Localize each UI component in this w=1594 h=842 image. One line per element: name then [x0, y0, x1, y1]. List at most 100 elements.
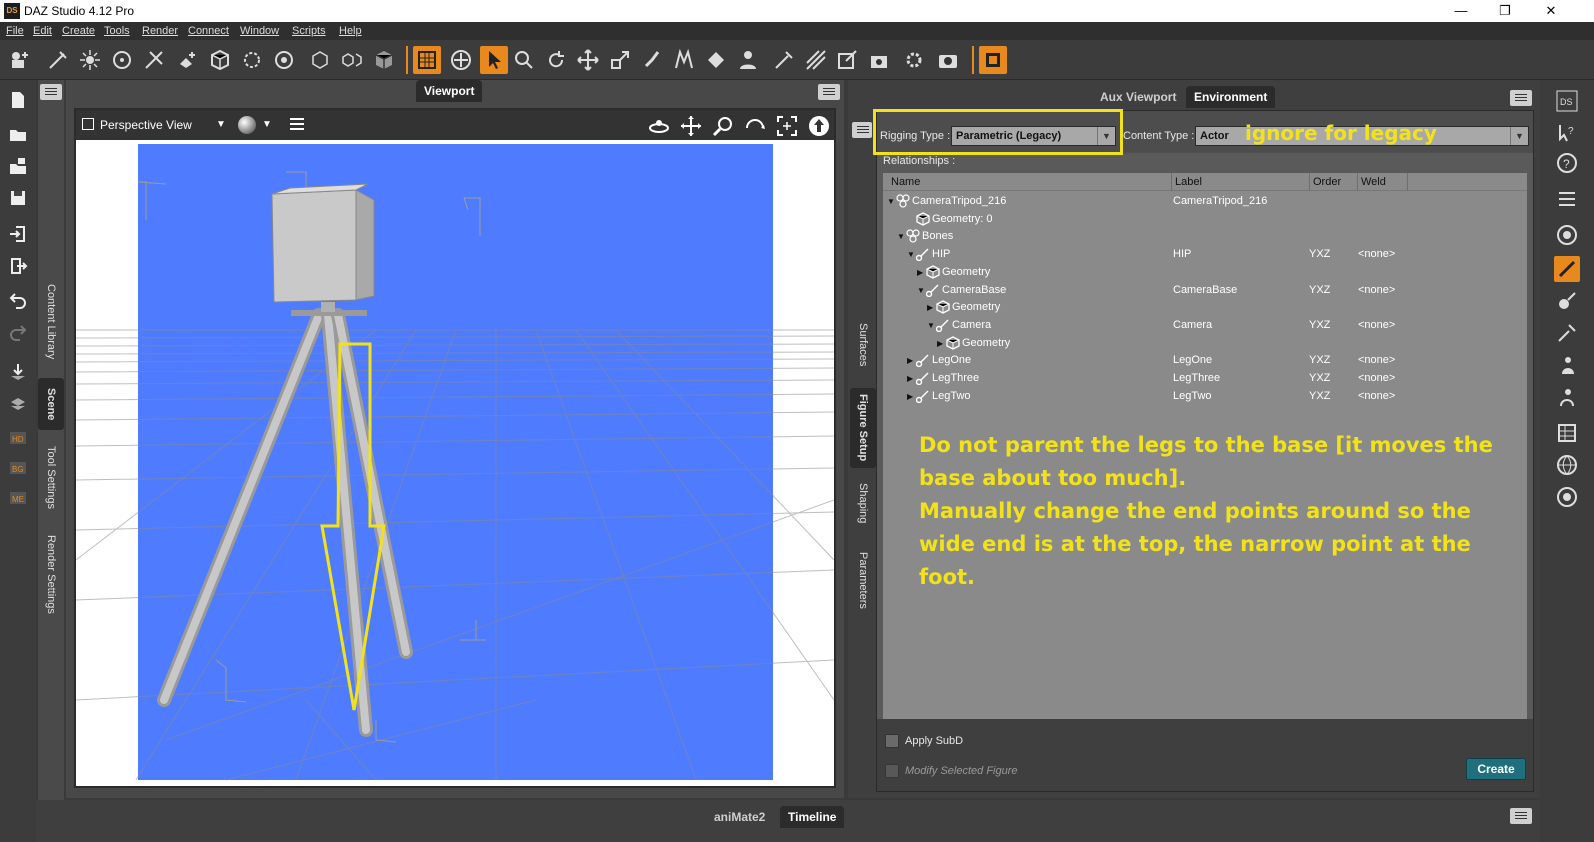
- expand-right-icon[interactable]: ▶: [907, 392, 913, 401]
- column-weld[interactable]: Weld: [1361, 176, 1386, 188]
- distant-light-icon[interactable]: [108, 46, 136, 74]
- tab-scene[interactable]: Scene: [38, 378, 64, 430]
- expand-right-icon[interactable]: ▶: [907, 374, 913, 383]
- expand-down-icon[interactable]: ▼: [917, 286, 925, 295]
- pane-menu-icon[interactable]: [40, 84, 62, 100]
- weight-brush-icon[interactable]: [1554, 320, 1580, 346]
- expand-right-icon[interactable]: ▶: [927, 303, 933, 312]
- pan-icon[interactable]: [680, 115, 702, 137]
- expand-down-icon[interactable]: ▼: [927, 321, 935, 330]
- bottom-pane-menu-icon[interactable]: [1510, 808, 1532, 824]
- tree-row[interactable]: ▼ CameraBase CameraBase YXZ <none>: [883, 282, 1527, 299]
- viewport-canvas[interactable]: [76, 140, 834, 786]
- tab-environment[interactable]: Environment: [1186, 86, 1276, 108]
- tree-row[interactable]: ▶ LegOne LegOne YXZ <none>: [883, 352, 1527, 369]
- grid-view-icon[interactable]: [82, 118, 94, 130]
- scene-identification-icon[interactable]: [1554, 484, 1580, 510]
- figure-tool-icon[interactable]: [734, 46, 762, 74]
- tab-animate2[interactable]: aniMate2: [706, 806, 773, 828]
- whats-this-icon[interactable]: ?: [1554, 120, 1580, 146]
- tree-row[interactable]: ▶ LegTwo LegTwo YXZ <none>: [883, 388, 1527, 405]
- hd-render-icon[interactable]: HD: [6, 426, 30, 450]
- cube-icon[interactable]: [206, 46, 234, 74]
- export-icon[interactable]: [6, 254, 30, 278]
- menu-render[interactable]: Render: [142, 25, 178, 37]
- menu-help[interactable]: Help: [339, 25, 362, 37]
- import-icon[interactable]: [6, 222, 30, 246]
- expand-right-icon[interactable]: ▶: [937, 339, 943, 348]
- tab-render-settings[interactable]: Render Settings: [38, 524, 64, 624]
- tab-parameters[interactable]: Parameters: [850, 540, 876, 620]
- render-camera-icon[interactable]: [934, 46, 962, 74]
- spot-render-icon[interactable]: [834, 46, 862, 74]
- node-selection-tool-icon[interactable]: [480, 46, 508, 74]
- point-light-icon[interactable]: [76, 46, 104, 74]
- expand-down-icon[interactable]: ▼: [907, 250, 915, 259]
- tree-row[interactable]: ▶ Geometry: [883, 264, 1527, 281]
- weight-map-icon[interactable]: [670, 46, 698, 74]
- bone-tool-icon[interactable]: [1554, 288, 1580, 314]
- spotlight-icon[interactable]: [44, 46, 72, 74]
- view-selector[interactable]: Perspective View: [100, 118, 192, 132]
- geometry-editor-icon[interactable]: [702, 46, 730, 74]
- multi-cube-icon[interactable]: [338, 46, 366, 74]
- redo-icon[interactable]: [6, 320, 30, 344]
- menu-file[interactable]: File: [6, 25, 24, 37]
- joint-editor-icon[interactable]: [638, 46, 666, 74]
- group-icon[interactable]: [306, 46, 334, 74]
- morph-tool-icon[interactable]: [1554, 384, 1580, 410]
- save-icon[interactable]: [6, 186, 30, 210]
- tree-row[interactable]: Geometry: 0: [883, 211, 1527, 228]
- tab-timeline[interactable]: Timeline: [780, 806, 845, 828]
- download-icon[interactable]: [6, 360, 30, 384]
- create-button[interactable]: Create: [1466, 758, 1526, 780]
- tab-figure-setup[interactable]: Figure Setup: [850, 388, 876, 468]
- linear-light-icon[interactable]: [140, 46, 168, 74]
- menu-scripts[interactable]: Scripts: [292, 25, 326, 37]
- zoom-icon[interactable]: [712, 115, 734, 137]
- tree-row[interactable]: ▶ Geometry: [883, 335, 1527, 352]
- column-name[interactable]: Name: [891, 176, 920, 188]
- expand-down-icon[interactable]: ▼: [897, 232, 905, 241]
- apply-subd-checkbox[interactable]: [885, 734, 899, 748]
- brush-tool-icon[interactable]: [770, 46, 798, 74]
- modify-selected-checkbox[interactable]: [885, 764, 899, 778]
- tree-row[interactable]: ▼ Camera Camera YXZ <none>: [883, 317, 1527, 334]
- menu-create[interactable]: Create: [62, 25, 95, 37]
- viewport-pane-menu-icon[interactable]: [818, 84, 840, 100]
- new-file-icon[interactable]: [6, 88, 30, 112]
- undo-icon[interactable]: [6, 288, 30, 312]
- minimize-button[interactable]: —: [1446, 2, 1476, 20]
- draw-style-sphere-icon[interactable]: [238, 116, 256, 134]
- expand-right-icon[interactable]: ▶: [917, 268, 923, 277]
- node-select-icon[interactable]: [238, 46, 266, 74]
- orbit-icon[interactable]: [648, 116, 670, 136]
- translate-tool-icon[interactable]: [574, 46, 602, 74]
- figure-setup-tool-icon[interactable]: [1554, 256, 1580, 282]
- surface-icon[interactable]: [270, 46, 298, 74]
- menu-connect[interactable]: Connect: [188, 25, 229, 37]
- layout-icon[interactable]: [1554, 186, 1580, 212]
- tree-row[interactable]: ▶ Geometry: [883, 299, 1527, 316]
- globe-icon[interactable]: [1554, 452, 1580, 478]
- figure-setup-menu-icon[interactable]: [852, 122, 872, 138]
- viewport-tool-icon[interactable]: [413, 46, 441, 74]
- help-icon[interactable]: ?: [1554, 150, 1580, 176]
- perspective-toggle-icon[interactable]: [808, 115, 830, 137]
- camera-add-icon[interactable]: [866, 46, 894, 74]
- expand-down-icon[interactable]: ▼: [887, 197, 895, 206]
- tab-aux-viewport[interactable]: Aux Viewport: [1092, 86, 1184, 108]
- primitive-icon[interactable]: [174, 46, 202, 74]
- geometry-cube-icon[interactable]: [370, 46, 398, 74]
- merge-icon[interactable]: [6, 154, 30, 178]
- roll-icon[interactable]: [744, 116, 766, 136]
- tree-row[interactable]: ▶ LegThree LegThree YXZ <none>: [883, 370, 1527, 387]
- right-pane-menu-icon[interactable]: [1510, 90, 1532, 106]
- column-label[interactable]: Label: [1175, 176, 1202, 188]
- zoom-select-icon[interactable]: [510, 46, 538, 74]
- tab-tool-settings[interactable]: Tool Settings: [38, 434, 64, 520]
- draw-style-dropdown-icon[interactable]: ▼: [262, 119, 272, 130]
- pose-tool-icon[interactable]: [1554, 352, 1580, 378]
- tree-row[interactable]: ▼ CameraTripod_216 CameraTripod_216: [883, 193, 1527, 210]
- expand-right-icon[interactable]: ▶: [907, 356, 913, 365]
